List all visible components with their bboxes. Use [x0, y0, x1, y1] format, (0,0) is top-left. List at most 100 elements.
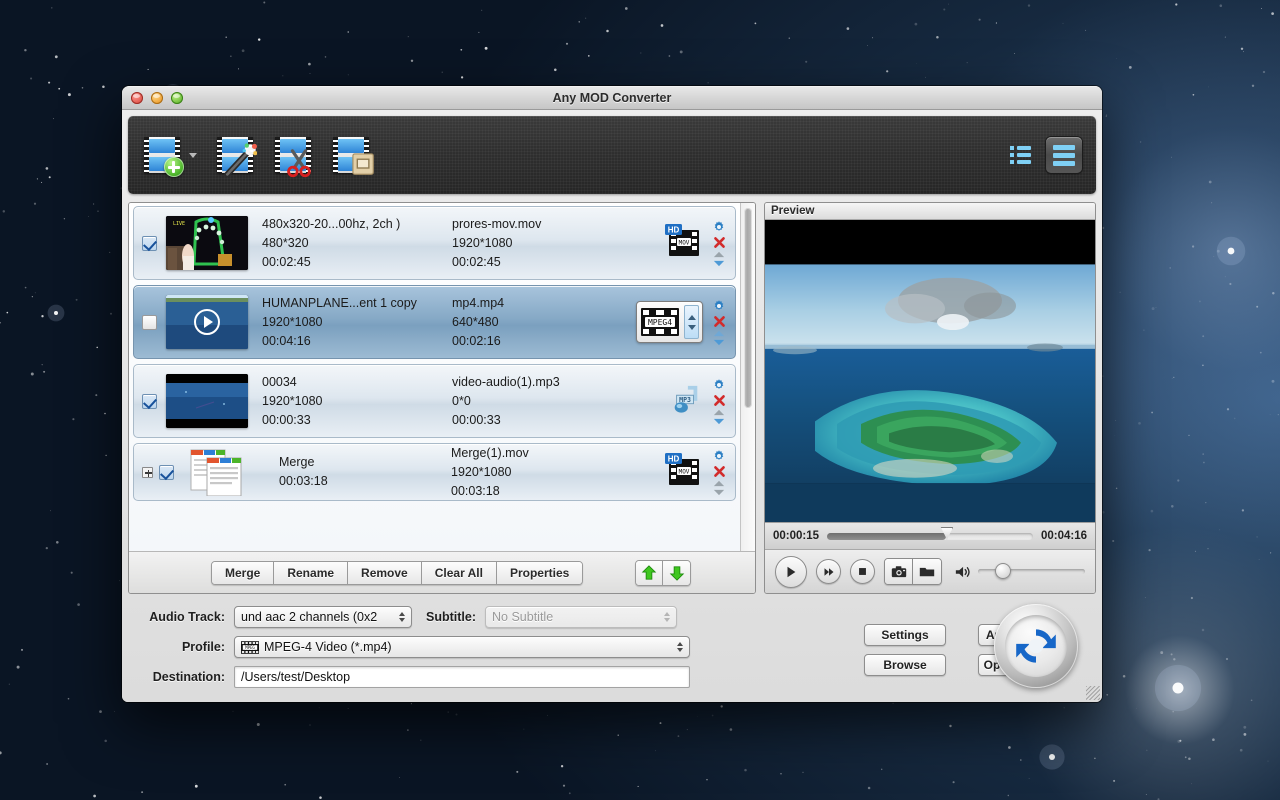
row-source-resolution: 480*320: [262, 235, 309, 250]
play-button[interactable]: [775, 555, 807, 588]
list-action-buttons: Merge Rename Remove Clear All Properties: [211, 560, 584, 585]
fast-forward-button[interactable]: [816, 559, 841, 584]
move-down-icon[interactable]: [713, 339, 725, 346]
row-checkbox[interactable]: [142, 235, 157, 251]
format-selector[interactable]: MPEG4: [636, 301, 703, 343]
convert-button[interactable]: [994, 604, 1078, 688]
hd-mov-icon[interactable]: MOV HD: [665, 223, 703, 263]
scrollbar-thumb[interactable]: [744, 208, 752, 408]
play-icon: [787, 566, 796, 577]
move-up-icon[interactable]: [713, 251, 725, 258]
move-down-icon[interactable]: [713, 260, 725, 267]
table-row[interactable]: HUMANPLANE...ent 1 copy 1920*1080 00:04:…: [133, 285, 736, 359]
detail-view-button[interactable]: [1046, 137, 1082, 173]
move-up-icon[interactable]: [713, 330, 725, 337]
destination-row: Destination: /Users/test/Desktop: [130, 662, 864, 692]
speaker-icon[interactable]: [955, 565, 972, 579]
properties-button[interactable]: Properties: [496, 561, 583, 584]
audio-track-row: Audio Track: und aac 2 channels (0x2 Sub…: [130, 602, 864, 632]
crop-button[interactable]: [331, 135, 374, 175]
film-add-icon: [142, 135, 184, 177]
remove-x-icon[interactable]: [713, 394, 726, 407]
profile-select[interactable]: MPEG MPEG-4 Video (*.mp4): [234, 636, 690, 658]
table-row[interactable]: LIVE 480x320-20...00hz, 2ch ) 480*320 00…: [133, 206, 736, 280]
row-source-title: HUMANPLANE...ent 1 copy: [262, 295, 417, 310]
browse-button[interactable]: Browse: [864, 654, 946, 676]
rename-button[interactable]: Rename: [274, 561, 349, 584]
row-checkbox[interactable]: [159, 464, 174, 480]
thumbnail-view-button[interactable]: [1002, 137, 1038, 173]
file-list-toolbar: Merge Rename Remove Clear All Properties: [129, 551, 755, 593]
audio-track-select[interactable]: und aac 2 channels (0x2: [234, 606, 412, 628]
expand-merge-toggle[interactable]: [142, 466, 153, 478]
move-down-icon[interactable]: [713, 418, 725, 425]
video-surface[interactable]: [765, 220, 1095, 522]
settings-gear-icon[interactable]: [712, 299, 726, 313]
row-output-resolution: 0*0: [452, 393, 471, 408]
row-output-info: mp4.mp4 640*480 00:02:16: [452, 294, 627, 351]
hd-mov-icon[interactable]: MOV HD: [665, 452, 703, 492]
row-source-info: Merge 00:03:18: [279, 453, 451, 491]
seek-track[interactable]: [827, 526, 1033, 540]
file-list: LIVE 480x320-20...00hz, 2ch ) 480*320 00…: [129, 203, 740, 551]
green-up-arrow-icon: [642, 564, 657, 580]
row-checkbox[interactable]: [142, 393, 157, 409]
film-wand-icon: [215, 135, 257, 177]
move-up-icon[interactable]: [713, 480, 725, 487]
add-video-button[interactable]: [142, 135, 197, 177]
main-toolbar: [128, 116, 1096, 194]
fast-forward-icon: [824, 567, 833, 576]
row-actions: [709, 220, 729, 267]
settings-button[interactable]: Settings: [864, 624, 946, 646]
stop-button[interactable]: [850, 559, 875, 584]
profile-row: Profile: MPEG MPEG-4 Video (*.mp4): [130, 632, 864, 662]
snapshot-button[interactable]: [885, 559, 913, 584]
format-stepper[interactable]: [684, 305, 699, 339]
add-video-dropdown-arrow[interactable]: [189, 152, 197, 158]
move-up-button[interactable]: [636, 560, 664, 585]
svg-text:LIVE: LIVE: [173, 221, 185, 227]
remove-x-icon[interactable]: [713, 315, 726, 328]
open-snapshot-folder-button[interactable]: [913, 559, 941, 584]
convert-refresh-icon: [1016, 629, 1056, 663]
chevron-updown-icon: [391, 612, 405, 622]
file-list-scroll-area: LIVE 480x320-20...00hz, 2ch ) 480*320 00…: [129, 203, 755, 551]
audio-track-value: und aac 2 channels (0x2: [241, 610, 378, 624]
film-crop-icon: [331, 135, 374, 175]
row-output-name: video-audio(1).mp3: [452, 374, 560, 389]
merge-button[interactable]: Merge: [212, 561, 275, 584]
move-down-button[interactable]: [663, 560, 691, 585]
move-up-icon[interactable]: [713, 409, 725, 416]
remove-x-icon[interactable]: [713, 236, 726, 249]
file-list-scrollbar[interactable]: [740, 203, 755, 551]
profile-label: Profile:: [181, 640, 225, 654]
mp3-audio-icon[interactable]: MP3: [669, 383, 703, 420]
row-source-info: 00034 1920*1080 00:00:33: [262, 373, 452, 430]
remove-button[interactable]: Remove: [348, 561, 422, 584]
preview-seekbar: 00:00:15 00:04:16: [765, 522, 1095, 549]
clip-button[interactable]: [273, 135, 313, 178]
table-row[interactable]: Merge 00:03:18 Merge(1).mov 1920*1080 00…: [133, 443, 736, 501]
destination-input[interactable]: /Users/test/Desktop: [234, 666, 690, 688]
row-thumbnail: [166, 374, 248, 428]
settings-gear-icon[interactable]: [712, 220, 726, 234]
mpeg-film-icon: MPEG: [241, 640, 259, 654]
row-source-title: Merge: [279, 455, 315, 469]
subtitle-select[interactable]: No Subtitle: [485, 606, 677, 628]
file-list-panel: LIVE 480x320-20...00hz, 2ch ) 480*320 00…: [128, 202, 756, 594]
volume-track[interactable]: [978, 563, 1085, 579]
row-thumbnail: [166, 295, 248, 349]
move-down-icon[interactable]: [713, 489, 725, 496]
mpeg4-icon: MPEG4: [641, 308, 679, 336]
volume-knob[interactable]: [994, 563, 1011, 579]
settings-gear-icon[interactable]: [712, 449, 726, 463]
subtitle-value: No Subtitle: [492, 610, 554, 624]
edit-effect-button[interactable]: [215, 135, 257, 177]
remove-x-icon[interactable]: [713, 465, 726, 478]
clear-all-button[interactable]: Clear All: [421, 561, 497, 584]
table-row[interactable]: 00034 1920*1080 00:00:33 video-audio(1).…: [133, 364, 736, 438]
toolbar-buttons: [142, 135, 374, 178]
row-source-info: 480x320-20...00hz, 2ch ) 480*320 00:02:4…: [262, 215, 452, 272]
row-checkbox[interactable]: [142, 314, 157, 330]
settings-gear-icon[interactable]: [712, 378, 726, 392]
